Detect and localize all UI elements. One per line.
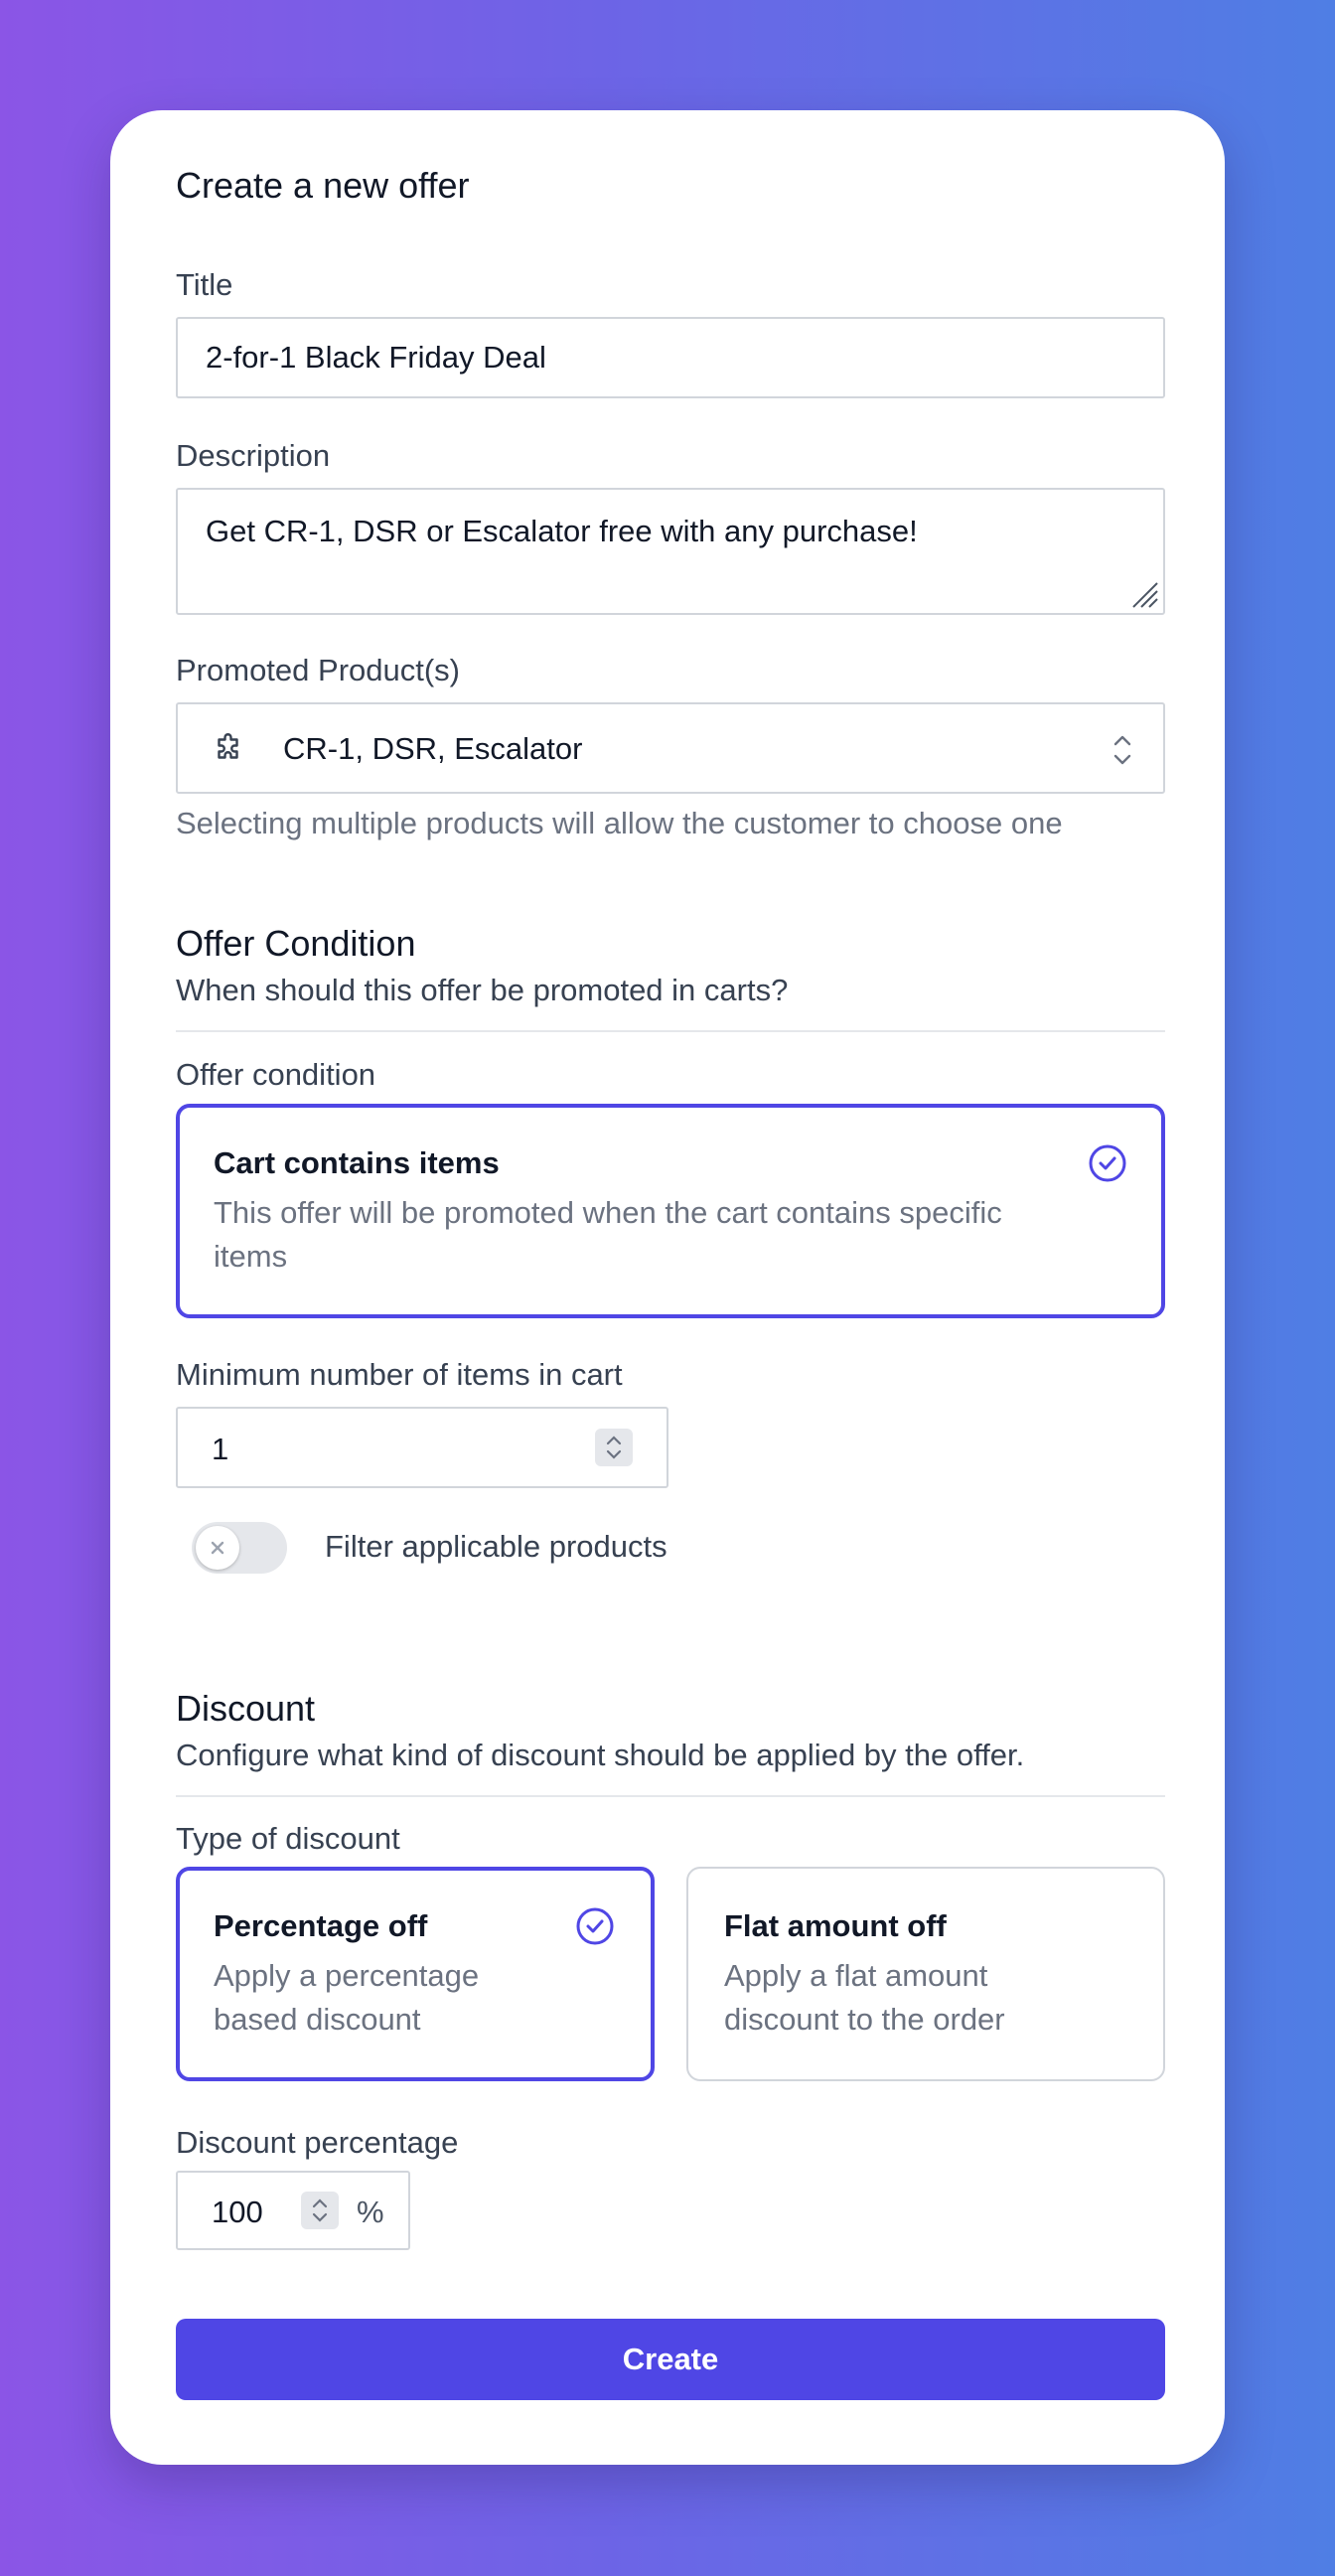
description-text: Get CR-1, DSR or Escalator free with any… xyxy=(206,514,918,548)
resize-handle-icon[interactable] xyxy=(1129,579,1159,609)
stepper-arrows-icon xyxy=(606,1436,622,1459)
percent-suffix: % xyxy=(357,2195,384,2229)
min-items-stepper[interactable] xyxy=(595,1429,633,1466)
description-label: Description xyxy=(176,438,331,473)
min-items-label: Minimum number of items in cart xyxy=(176,1357,623,1392)
chevron-up-down-icon xyxy=(1113,735,1131,765)
condition-option-title: Cart contains items xyxy=(214,1145,500,1180)
card-title: Create a new offer xyxy=(176,165,470,206)
discount-section-title: Discount xyxy=(176,1688,316,1729)
min-items-input[interactable]: 1 xyxy=(176,1407,668,1488)
products-value: CR-1, DSR, Escalator xyxy=(283,731,583,766)
filter-products-label: Filter applicable products xyxy=(325,1529,668,1564)
discount-percentage-value: 100 xyxy=(212,2195,263,2229)
check-circle-icon xyxy=(1089,1144,1126,1182)
discount-option-description: Apply a percentage based discount xyxy=(214,1958,480,2037)
condition-option-description: This offer will be promoted when the car… xyxy=(214,1195,1002,1274)
min-items-value: 1 xyxy=(212,1432,229,1466)
discount-percentage-input[interactable]: 100 % xyxy=(176,2171,410,2250)
condition-option-cart-contains-items[interactable]: Cart contains items This offer will be p… xyxy=(176,1104,1165,1318)
discount-type-label: Type of discount xyxy=(176,1821,400,1856)
description-textarea[interactable]: Get CR-1, DSR or Escalator free with any… xyxy=(176,488,1165,615)
offer-condition-label: Offer condition xyxy=(176,1057,376,1092)
toggle-knob xyxy=(196,1526,239,1570)
puzzle-icon xyxy=(218,733,238,759)
discount-option-title: Flat amount off xyxy=(724,1908,947,1943)
discount-divider xyxy=(176,1795,1165,1797)
create-offer-card: Create a new offer Title Description Get… xyxy=(110,110,1225,2465)
discount-percentage-stepper[interactable] xyxy=(301,2192,339,2229)
condition-divider xyxy=(176,1030,1165,1032)
check-circle-icon xyxy=(576,1907,614,1945)
products-hint: Selecting multiple products will allow t… xyxy=(176,806,1063,840)
filter-products-toggle[interactable] xyxy=(192,1522,287,1574)
discount-option-percentage-off[interactable]: Percentage off Apply a percentage based … xyxy=(176,1867,655,2081)
discount-percentage-label: Discount percentage xyxy=(176,2125,459,2160)
discount-option-flat-amount-off[interactable]: Flat amount off Apply a flat amount disc… xyxy=(686,1867,1165,2081)
products-select[interactable]: CR-1, DSR, Escalator xyxy=(176,702,1165,794)
discount-option-title: Percentage off xyxy=(214,1908,428,1943)
title-label: Title xyxy=(176,267,233,302)
discount-option-description: Apply a flat amount discount to the orde… xyxy=(724,1958,1005,2037)
condition-section-title: Offer Condition xyxy=(176,923,416,964)
close-icon xyxy=(211,1541,224,1555)
products-label: Promoted Product(s) xyxy=(176,653,460,687)
condition-section-subtitle: When should this offer be promoted in ca… xyxy=(176,973,789,1007)
create-button[interactable]: Create xyxy=(176,2319,1165,2400)
stepper-arrows-icon xyxy=(312,2198,328,2222)
title-input[interactable] xyxy=(176,317,1165,398)
discount-section-subtitle: Configure what kind of discount should b… xyxy=(176,1738,1025,1772)
